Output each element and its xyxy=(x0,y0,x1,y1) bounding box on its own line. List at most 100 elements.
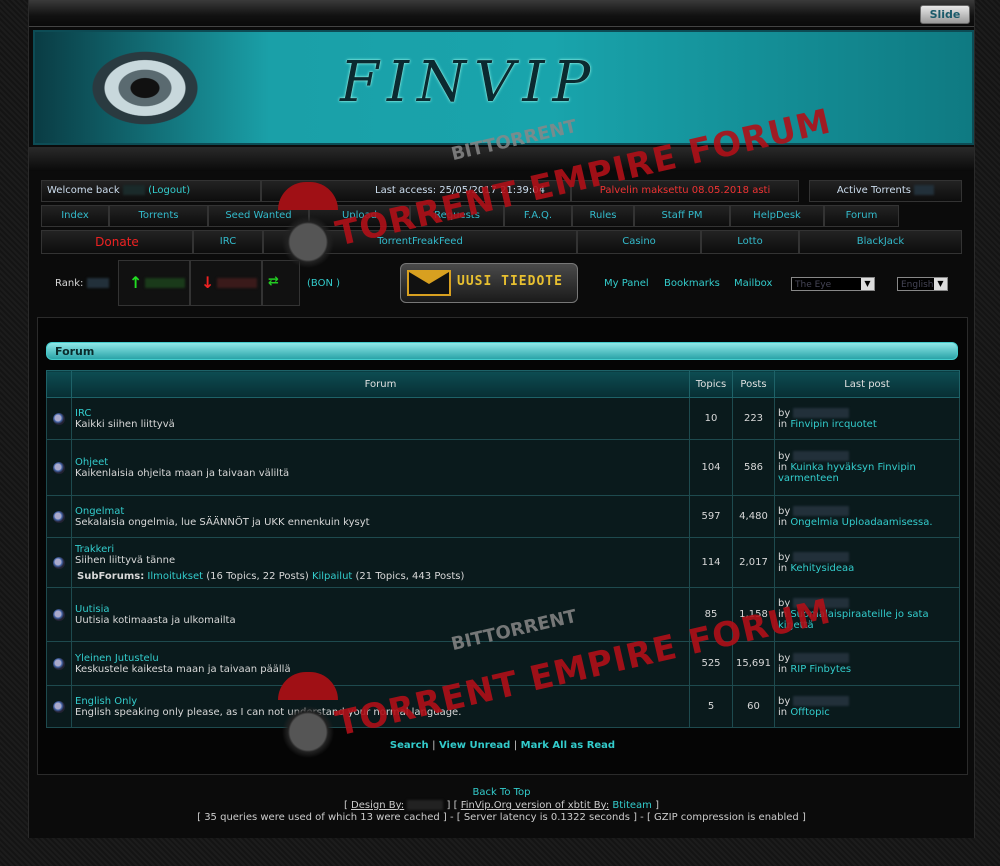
nav-tab-rules[interactable]: Rules xyxy=(572,205,634,227)
download-value-hidden xyxy=(217,278,257,288)
poster-hidden xyxy=(793,451,850,461)
nav-tab-lotto[interactable]: Lotto xyxy=(701,230,799,254)
in-label: in xyxy=(778,609,788,620)
back-to-top-link[interactable]: Back To Top xyxy=(472,787,530,798)
arrow-down-icon: ↓ xyxy=(201,273,215,292)
forum-link[interactable]: English Only xyxy=(75,696,137,707)
col-posts: Posts xyxy=(732,370,775,398)
last-topic-link[interactable]: Suomalaispiraateille jo sata kirjettä xyxy=(778,609,929,631)
logout-link[interactable]: (Logout) xyxy=(148,185,190,196)
design-by-label: Design By: xyxy=(351,799,405,811)
chevron-down-icon: ▼ xyxy=(934,278,947,290)
forum-table-header: Forum Topics Posts Last post xyxy=(46,370,960,398)
nav-tab-f-a-q[interactable]: F.A.Q. xyxy=(504,205,572,227)
language-select[interactable]: English ▼ xyxy=(897,277,948,291)
nav-tab-torrentfreakfeed[interactable]: TorrentFreakFeed xyxy=(263,230,577,254)
last-topic-link[interactable]: Offtopic xyxy=(790,707,829,718)
nav-tab-requests[interactable]: Requests xyxy=(410,205,504,227)
bonus-link[interactable]: (BON ) xyxy=(307,278,340,289)
last-topic-link[interactable]: RIP Finbytes xyxy=(790,664,851,675)
forum-description: Keskustele kaikesta maan ja taivaan pääl… xyxy=(75,663,291,675)
forum-status-icon xyxy=(53,461,65,474)
forum-description: Sekalaisia ongelmia, lue SÄÄNNÖT ja UKK … xyxy=(75,516,370,528)
by-label: by xyxy=(778,551,791,563)
subforum-link[interactable]: Kilpailut xyxy=(312,571,352,582)
last-access-text: Last access: 25/05/2017 21:39:04 xyxy=(375,185,545,196)
style-select[interactable]: The Eye ▼ xyxy=(791,277,875,291)
eye-logo-image xyxy=(45,38,275,138)
new-notice-button[interactable]: UUSI TIEDOTE xyxy=(400,263,578,303)
mark-all-read-link[interactable]: Mark All as Read xyxy=(521,740,615,751)
nav-tab-blackjack[interactable]: BlackJack xyxy=(799,230,962,254)
forum-cell: Uutisia Uutisia kotimaasta ja ulkomailta xyxy=(71,587,690,642)
forum-link[interactable]: Ongelmat xyxy=(75,506,124,517)
search-link[interactable]: Search xyxy=(390,740,429,751)
paid-notice-text: Palvelin maksettu 08.05.2018 asti xyxy=(599,185,771,196)
banner-divider xyxy=(29,147,974,171)
nav-tab-forum[interactable]: Forum xyxy=(824,205,899,227)
site-banner[interactable]: FINVIP xyxy=(33,30,974,145)
forum-status-icon xyxy=(53,510,65,523)
poster-hidden xyxy=(793,652,850,663)
nav-tab-staff-pm[interactable]: Staff PM xyxy=(634,205,730,227)
posts-count: 586 xyxy=(732,439,775,496)
nav-tab-helpdesk[interactable]: HelpDesk xyxy=(730,205,824,227)
active-torrents-cell: Active Torrents xyxy=(809,180,962,202)
slide-button[interactable]: Slide xyxy=(920,5,970,24)
top-bar: Slide xyxy=(29,0,974,27)
forum-status-icon xyxy=(53,608,65,621)
nav-tab-donate[interactable]: Donate xyxy=(41,230,193,254)
nav-tab-irc[interactable]: IRC xyxy=(193,230,263,254)
forum-row: English Only English speaking only pleas… xyxy=(46,685,960,728)
forum-status-icon xyxy=(53,700,65,713)
nav-tab-casino[interactable]: Casino xyxy=(577,230,701,254)
forum-link[interactable]: Uutisia xyxy=(75,604,109,615)
mailbox-link[interactable]: Mailbox xyxy=(734,278,772,289)
forum-description: English speaking only please, as I can n… xyxy=(75,706,462,718)
last-topic-link[interactable]: Kehitysideaa xyxy=(790,563,854,574)
btiteam-link[interactable]: Btiteam xyxy=(612,800,652,811)
forum-icon-cell xyxy=(46,587,72,642)
nav-tab-torrents[interactable]: Torrents xyxy=(109,205,208,227)
forum-description: Uutisia kotimaasta ja ulkomailta xyxy=(75,614,236,626)
forum-cell: IRC Kaikki siihen liittyvä xyxy=(71,397,690,440)
forum-link[interactable]: Yleinen Jutustelu xyxy=(75,653,159,664)
last-post-cell: by in Suomalaispiraateille jo sata kirje… xyxy=(774,587,960,642)
language-select-value: English xyxy=(901,280,934,290)
topics-count: 597 xyxy=(689,495,733,538)
designer-hidden xyxy=(407,799,444,810)
nav-tab-seed-wanted[interactable]: Seed Wanted xyxy=(208,205,309,227)
nav-tab-upload[interactable]: Upload xyxy=(309,205,410,227)
last-topic-link[interactable]: Kuinka hyväksyn Finvipin varmenteen xyxy=(778,462,916,484)
forum-link[interactable]: Ohjeet xyxy=(75,457,108,468)
last-topic-link[interactable]: Ongelmia Uploadaamisessa. xyxy=(790,517,932,528)
last-post-cell: by in Kehitysideaa xyxy=(774,537,960,588)
posts-count: 1,158 xyxy=(732,587,775,642)
nav-tab-index[interactable]: Index xyxy=(41,205,109,227)
forum-link[interactable]: IRC xyxy=(75,408,91,419)
in-label: in xyxy=(778,516,788,528)
forum-icon-cell xyxy=(46,641,72,686)
download-stat: ↓ xyxy=(190,260,262,306)
in-label: in xyxy=(778,706,788,718)
style-select-value: The Eye xyxy=(795,280,832,290)
my-panel-link[interactable]: My Panel xyxy=(604,278,649,289)
forum-row: IRC Kaikki siihen liittyvä 10 223 by in … xyxy=(46,397,960,440)
view-unread-link[interactable]: View Unread xyxy=(439,740,510,751)
subforum-link[interactable]: Ilmoitukset xyxy=(147,571,203,582)
last-post-cell: by in Ongelmia Uploadaamisessa. xyxy=(774,495,960,538)
last-post-cell: by in Finvipin ircquotet xyxy=(774,397,960,440)
last-topic-link[interactable]: Finvipin ircquotet xyxy=(790,419,876,430)
separator: | xyxy=(432,740,436,751)
in-label: in xyxy=(778,462,788,473)
welcome-cell: Welcome back (Logout) xyxy=(41,180,261,202)
by-label: by xyxy=(778,652,791,664)
topics-count: 525 xyxy=(689,641,733,686)
active-torrents-label[interactable]: Active Torrents xyxy=(837,185,911,196)
topics-count: 10 xyxy=(689,397,733,440)
forum-icon-cell xyxy=(46,439,72,496)
forum-icon-cell xyxy=(46,397,72,440)
bookmarks-link[interactable]: Bookmarks xyxy=(664,278,720,289)
rank-hidden xyxy=(87,278,109,288)
forum-link[interactable]: Trakkeri xyxy=(75,544,114,555)
